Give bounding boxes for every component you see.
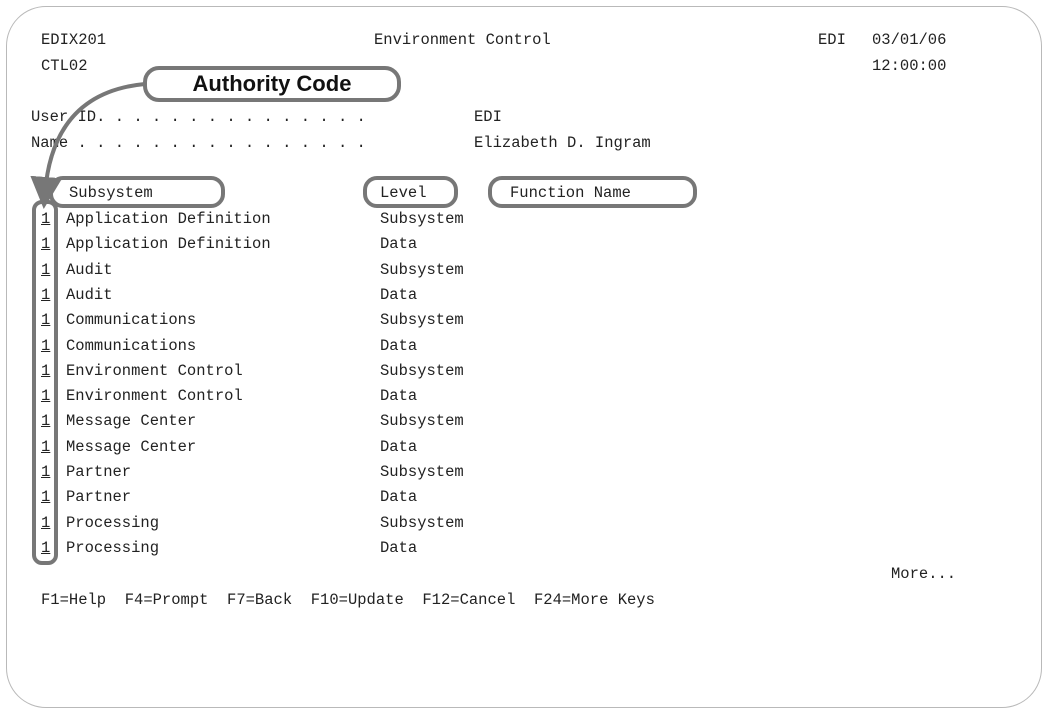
authority-code-callout: Authority Code: [143, 66, 401, 102]
callout-arrow-icon: [30, 82, 146, 209]
